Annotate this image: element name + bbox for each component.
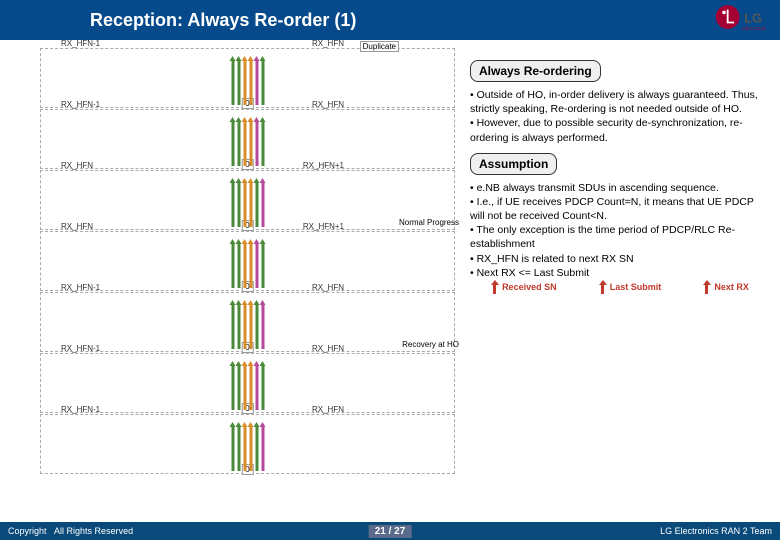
page-number: 21 / 27 bbox=[369, 525, 412, 538]
arrow-group bbox=[231, 116, 264, 166]
arrow-icon bbox=[261, 365, 264, 410]
timeline-row: RX_HFNRX_HFN+10 bbox=[40, 231, 455, 291]
arrow-icon bbox=[231, 121, 234, 166]
footer-copyright: Copyright All Rights Reserved bbox=[8, 526, 133, 536]
arrow-icon bbox=[249, 60, 252, 105]
label-left: RX_HFN-1 bbox=[61, 344, 100, 353]
legend-next-rx: Next RX bbox=[703, 280, 749, 294]
arrow-icon bbox=[231, 365, 234, 410]
arrow-icon bbox=[261, 426, 264, 471]
arrow-icon bbox=[249, 243, 252, 288]
arrow-icon bbox=[261, 121, 264, 166]
arrow-icon bbox=[261, 60, 264, 105]
arrow-icon bbox=[237, 365, 240, 410]
arrow-icon bbox=[237, 243, 240, 288]
timeline-row: RX_HFN-1RX_HFN0 bbox=[40, 109, 455, 169]
arrow-icon bbox=[231, 243, 234, 288]
arrow-icon bbox=[261, 304, 264, 349]
timeline-row: RX_HFN-1RX_HFNRecovery at HO0 bbox=[40, 292, 455, 352]
arrow-icon bbox=[255, 243, 258, 288]
label-right: RX_HFN bbox=[312, 39, 344, 48]
arrow-icon bbox=[249, 121, 252, 166]
arrow-icon bbox=[255, 304, 258, 349]
arrow-icon bbox=[237, 60, 240, 105]
label-right: RX_HFN bbox=[312, 344, 344, 353]
content-area: RX_HFN-1RX_HFNDuplicate0RX_HFN-1RX_HFN0R… bbox=[0, 40, 780, 522]
label-right: RX_HFN+1 bbox=[303, 161, 344, 170]
arrow-icon bbox=[255, 365, 258, 410]
label-left: RX_HFN-1 bbox=[61, 39, 100, 48]
arrow-icon bbox=[237, 182, 240, 227]
arrow-icon bbox=[243, 243, 246, 288]
slide-title: Reception: Always Re-order (1) bbox=[90, 10, 356, 31]
legend-received: Received SN bbox=[491, 280, 557, 294]
arrow-icon bbox=[237, 304, 240, 349]
diagram-column: RX_HFN-1RX_HFNDuplicate0RX_HFN-1RX_HFN0R… bbox=[40, 48, 455, 522]
legend: Received SN Last Submit Next RX bbox=[470, 280, 770, 294]
label-left: RX_HFN bbox=[61, 161, 93, 170]
label-right: RX_HFN bbox=[312, 405, 344, 414]
footer-team: LG Electronics RAN 2 Team bbox=[660, 526, 772, 536]
timeline-row: RX_HFN-1RX_HFN0 bbox=[40, 414, 455, 474]
timeline-row: RX_HFNRX_HFN+1Normal Progress0 bbox=[40, 170, 455, 230]
footer-bar: Copyright All Rights Reserved 21 / 27 LG… bbox=[0, 522, 780, 540]
row-note: Normal Progress bbox=[399, 218, 459, 227]
arrow-icon bbox=[255, 60, 258, 105]
label-left: RX_HFN-1 bbox=[61, 100, 100, 109]
lg-logo: LGLife's Good bbox=[713, 2, 768, 32]
arrow-icon bbox=[231, 182, 234, 227]
timeline-row: RX_HFN-1RX_HFN0 bbox=[40, 353, 455, 413]
arrow-group bbox=[231, 177, 264, 227]
label-right: RX_HFN bbox=[312, 100, 344, 109]
arrow-group bbox=[231, 299, 264, 349]
bullets-2: • e.NB always transmit SDUs in ascending… bbox=[470, 181, 770, 280]
arrow-group bbox=[231, 360, 264, 410]
arrow-icon bbox=[243, 426, 246, 471]
text-column: Always Re-ordering • Outside of HO, in-o… bbox=[470, 60, 770, 288]
label-left: RX_HFN-1 bbox=[61, 405, 100, 414]
heading-assumption: Assumption bbox=[470, 153, 557, 175]
bullets-1: • Outside of HO, in-order delivery is al… bbox=[470, 88, 770, 145]
arrow-icon bbox=[237, 426, 240, 471]
arrow-icon bbox=[243, 60, 246, 105]
svg-text:LG: LG bbox=[744, 11, 762, 26]
arrow-icon bbox=[237, 121, 240, 166]
label-right: RX_HFN bbox=[312, 283, 344, 292]
svg-text:Life's Good: Life's Good bbox=[742, 26, 765, 31]
arrow-icon bbox=[243, 182, 246, 227]
header-bar: Reception: Always Re-order (1) bbox=[0, 0, 780, 40]
arrow-icon bbox=[243, 365, 246, 410]
arrow-icon bbox=[255, 182, 258, 227]
arrow-icon bbox=[255, 426, 258, 471]
duplicate-label: Duplicate bbox=[360, 41, 399, 52]
arrow-group bbox=[231, 238, 264, 288]
arrow-icon bbox=[261, 243, 264, 288]
arrow-icon bbox=[249, 426, 252, 471]
arrow-icon bbox=[231, 60, 234, 105]
label-left: RX_HFN bbox=[61, 222, 93, 231]
timeline-row: RX_HFN-1RX_HFNDuplicate0 bbox=[40, 48, 455, 108]
arrow-icon bbox=[249, 182, 252, 227]
legend-last-submit: Last Submit bbox=[599, 280, 662, 294]
arrow-icon bbox=[261, 182, 264, 227]
label-left: RX_HFN-1 bbox=[61, 283, 100, 292]
arrow-icon bbox=[249, 304, 252, 349]
arrow-icon bbox=[243, 304, 246, 349]
arrow-group bbox=[231, 421, 264, 471]
arrow-icon bbox=[231, 304, 234, 349]
arrow-icon bbox=[255, 121, 258, 166]
label-right: RX_HFN+1 bbox=[303, 222, 344, 231]
heading-reorder: Always Re-ordering bbox=[470, 60, 601, 82]
row-note: Recovery at HO bbox=[402, 340, 459, 349]
arrow-icon bbox=[249, 365, 252, 410]
arrow-icon bbox=[243, 121, 246, 166]
arrow-group bbox=[231, 55, 264, 105]
arrow-icon bbox=[231, 426, 234, 471]
